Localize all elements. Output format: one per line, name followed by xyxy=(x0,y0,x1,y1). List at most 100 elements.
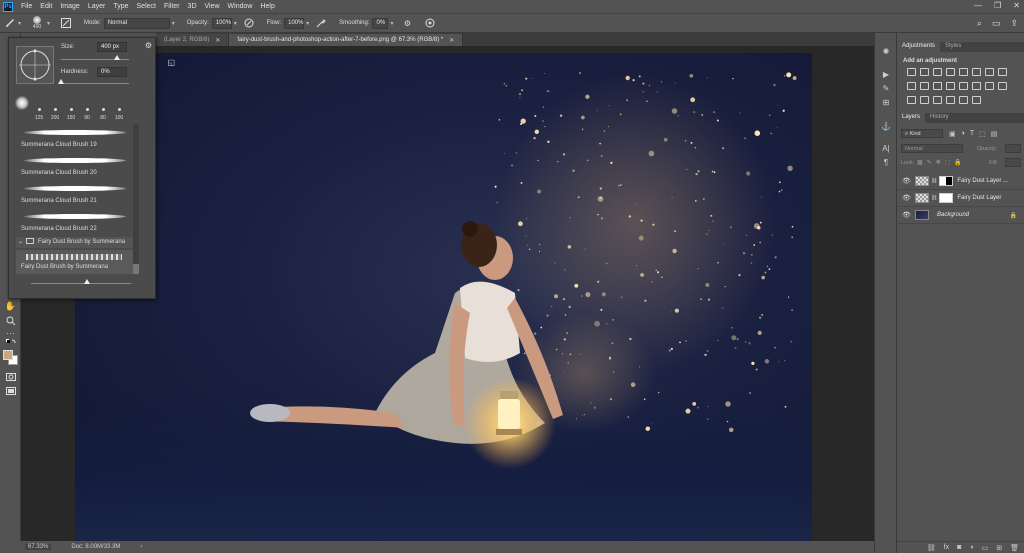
hardness-slider-handle[interactable] xyxy=(58,79,64,84)
menu-view[interactable]: View xyxy=(201,3,224,10)
visibility-eye-icon[interactable]: 👁 xyxy=(902,211,912,219)
adjustment-type-icon[interactable] xyxy=(946,82,955,90)
search-icon[interactable]: ⌕ xyxy=(977,18,982,29)
screen-mode-icon[interactable] xyxy=(4,385,17,396)
adjustment-type-icon[interactable] xyxy=(946,96,955,104)
quick-mask-icon[interactable] xyxy=(4,371,17,382)
properties-icon[interactable]: ⚓ xyxy=(880,121,892,131)
filter-pixel-icon[interactable]: ▣ xyxy=(949,130,956,138)
lock-all-icon[interactable]: 🔒 xyxy=(954,159,961,166)
blend-mode-select[interactable]: Normal xyxy=(901,144,963,153)
tab-layers[interactable]: Layers xyxy=(897,113,926,123)
layer-fill-input[interactable] xyxy=(1005,158,1021,167)
minimize-icon[interactable]: — xyxy=(974,1,982,10)
lock-transparent-icon[interactable]: ▦ xyxy=(917,159,923,166)
document-canvas-image[interactable] xyxy=(75,53,812,542)
new-layer-icon[interactable]: ⊞ xyxy=(996,544,1002,552)
character-icon[interactable]: A| xyxy=(880,143,892,153)
menu-edit[interactable]: Edit xyxy=(36,3,56,10)
brush-preset-200[interactable]: 200 xyxy=(49,108,61,121)
brush-preset-80[interactable]: 80 xyxy=(97,108,109,121)
menu-type[interactable]: Type xyxy=(109,3,132,10)
adjustment-type-icon[interactable] xyxy=(985,68,994,76)
menu-layer[interactable]: Layer xyxy=(84,3,110,10)
adjustment-type-icon[interactable] xyxy=(972,68,981,76)
adjustment-type-icon[interactable] xyxy=(920,96,929,104)
tool-preset-chevron-down-icon[interactable]: ▾ xyxy=(18,20,21,27)
menu-file[interactable]: File xyxy=(17,3,36,10)
filter-type-icon[interactable]: T xyxy=(970,130,974,138)
status-chevron-right-icon[interactable]: › xyxy=(140,544,142,550)
menu-image[interactable]: Image xyxy=(56,3,83,10)
pressure-size-icon[interactable] xyxy=(424,17,436,29)
preview-size-slider-handle[interactable] xyxy=(84,279,90,284)
tab-layer-2[interactable]: (Layer 2, RGB/8) ✕ xyxy=(156,34,230,46)
link-layers-icon[interactable]: ⛓ xyxy=(927,544,936,552)
opacity-input[interactable]: 100% xyxy=(211,17,232,29)
adjustment-type-icon[interactable] xyxy=(933,68,942,76)
tab-fairy-dust-document[interactable]: fairy-dust-brush-and-photoshop-action-af… xyxy=(229,34,464,46)
size-input[interactable]: 400 px xyxy=(97,42,127,52)
filter-adjustment-icon[interactable]: ◑ xyxy=(961,130,965,138)
paragraph-icon[interactable]: ¶ xyxy=(880,157,892,167)
fx-icon[interactable]: fx xyxy=(944,544,949,551)
adjustment-type-icon[interactable] xyxy=(959,82,968,90)
adjustment-type-icon[interactable] xyxy=(998,82,1007,90)
brush-preset-picker[interactable]: 400 xyxy=(29,14,45,32)
flow-input[interactable]: 100% xyxy=(284,17,305,29)
flow-chevron-down-icon[interactable]: ▾ xyxy=(306,20,309,27)
layer-mask-thumbnail[interactable] xyxy=(939,193,954,203)
brush-settings-panel-icon[interactable] xyxy=(60,17,72,29)
mode-chevron-down-icon[interactable]: ▾ xyxy=(172,20,175,27)
brush-preset-chevron-down-icon[interactable]: ▾ xyxy=(47,20,50,27)
adjustment-type-icon[interactable] xyxy=(920,82,929,90)
layer-mask-thumbnail[interactable] xyxy=(939,176,954,186)
adjustment-type-icon[interactable] xyxy=(998,68,1007,76)
hand-tool-icon[interactable]: ✋ xyxy=(4,301,17,312)
brush-preset-100[interactable]: 100 xyxy=(113,108,125,121)
menu-select[interactable]: Select xyxy=(133,3,160,10)
menu-help[interactable]: Help xyxy=(256,3,278,10)
brush-group-row[interactable]: ⌄ Fairy Dust Brush by Summerana xyxy=(16,237,134,248)
new-preset-icon[interactable]: ◱ xyxy=(167,58,175,67)
brush-settings-icon[interactable]: ✎ xyxy=(880,83,892,93)
canvas-area[interactable]: Size: 400 px Hardness: 0% ⚙ ◱ 125 200 15… xyxy=(8,37,874,542)
chevron-down-icon[interactable]: ⌄ xyxy=(18,238,23,245)
layer-row[interactable]: 👁 ⛓ Fairy Dust Layer xyxy=(897,190,1024,207)
adjustment-type-icon[interactable] xyxy=(959,96,968,104)
menu-filter[interactable]: Filter xyxy=(160,3,184,10)
close-icon[interactable]: ✕ xyxy=(215,37,220,44)
clone-source-icon[interactable]: ⊞ xyxy=(880,97,892,107)
opacity-chevron-down-icon[interactable]: ▾ xyxy=(234,20,237,27)
foreground-color-swatch[interactable] xyxy=(3,350,13,360)
close-icon[interactable]: ✕ xyxy=(1013,1,1020,10)
zoom-level[interactable]: 67.33% xyxy=(25,544,52,550)
menu-window[interactable]: Window xyxy=(224,3,257,10)
airbrush-icon[interactable] xyxy=(315,17,327,29)
actions-play-icon[interactable]: ▶ xyxy=(880,69,892,79)
mode-select[interactable]: Normal xyxy=(103,17,170,29)
menu-3d[interactable]: 3D xyxy=(184,3,201,10)
smoothing-options-gear-icon[interactable]: ⚙ xyxy=(402,17,414,29)
share-icon[interactable]: ⇪ xyxy=(1010,18,1018,29)
scrollbar-thumb[interactable] xyxy=(133,264,139,274)
navigator-icon[interactable]: ✺ xyxy=(880,46,892,56)
smoothing-input[interactable]: 0% xyxy=(372,17,389,29)
zoom-tool-icon[interactable] xyxy=(4,315,17,326)
adjustment-type-icon[interactable] xyxy=(933,96,942,104)
layer-row[interactable]: 👁 Background 🔒 xyxy=(897,207,1024,224)
filter-shape-icon[interactable]: ⬚ xyxy=(979,130,986,138)
adjustment-layer-icon[interactable]: ◑ xyxy=(969,544,973,551)
layer-filter-select[interactable]: ⌕ Kind xyxy=(901,129,943,138)
add-mask-icon[interactable]: ◙ xyxy=(957,544,961,551)
hardness-slider-track[interactable] xyxy=(61,83,129,84)
adjustment-type-icon[interactable] xyxy=(959,68,968,76)
lock-move-icon[interactable]: ✥ xyxy=(936,159,941,166)
tab-styles[interactable]: Styles xyxy=(940,42,966,52)
adjustment-type-icon[interactable] xyxy=(920,68,929,76)
brush-preset-soft-round[interactable] xyxy=(15,96,29,110)
list-item[interactable]: Fairy Dust Brush by Summerana xyxy=(16,250,134,274)
adjustment-type-icon[interactable] xyxy=(907,96,916,104)
visibility-eye-icon[interactable]: 👁 xyxy=(902,177,912,185)
lock-artboard-icon[interactable]: ⬚ xyxy=(945,159,951,166)
